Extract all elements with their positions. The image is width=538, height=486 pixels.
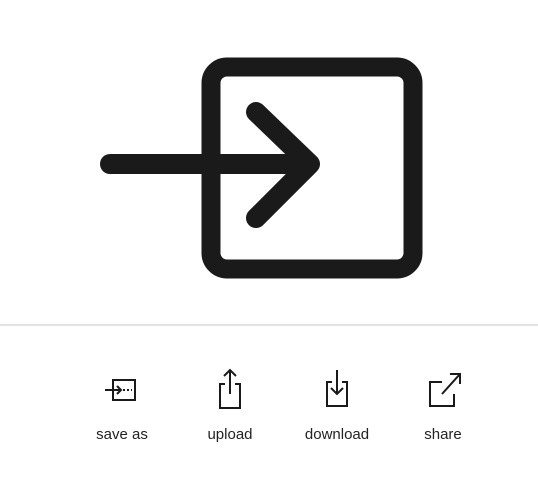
- divider: [0, 324, 538, 326]
- upload-button[interactable]: upload: [180, 366, 280, 443]
- share-icon: [429, 373, 461, 407]
- enter-arrow-into-box-icon: [100, 57, 423, 279]
- download-icon: [326, 370, 348, 407]
- download-label: download: [304, 426, 370, 443]
- upload-icon: [219, 368, 241, 409]
- save-as-button[interactable]: save as: [72, 366, 172, 443]
- save-as-label: save as: [96, 426, 148, 443]
- share-label: share: [424, 426, 462, 443]
- upload-label: upload: [207, 426, 253, 443]
- save-as-icon: [105, 379, 136, 401]
- download-button[interactable]: download: [287, 366, 387, 443]
- share-button[interactable]: share: [393, 366, 493, 443]
- hero-area: [0, 0, 538, 300]
